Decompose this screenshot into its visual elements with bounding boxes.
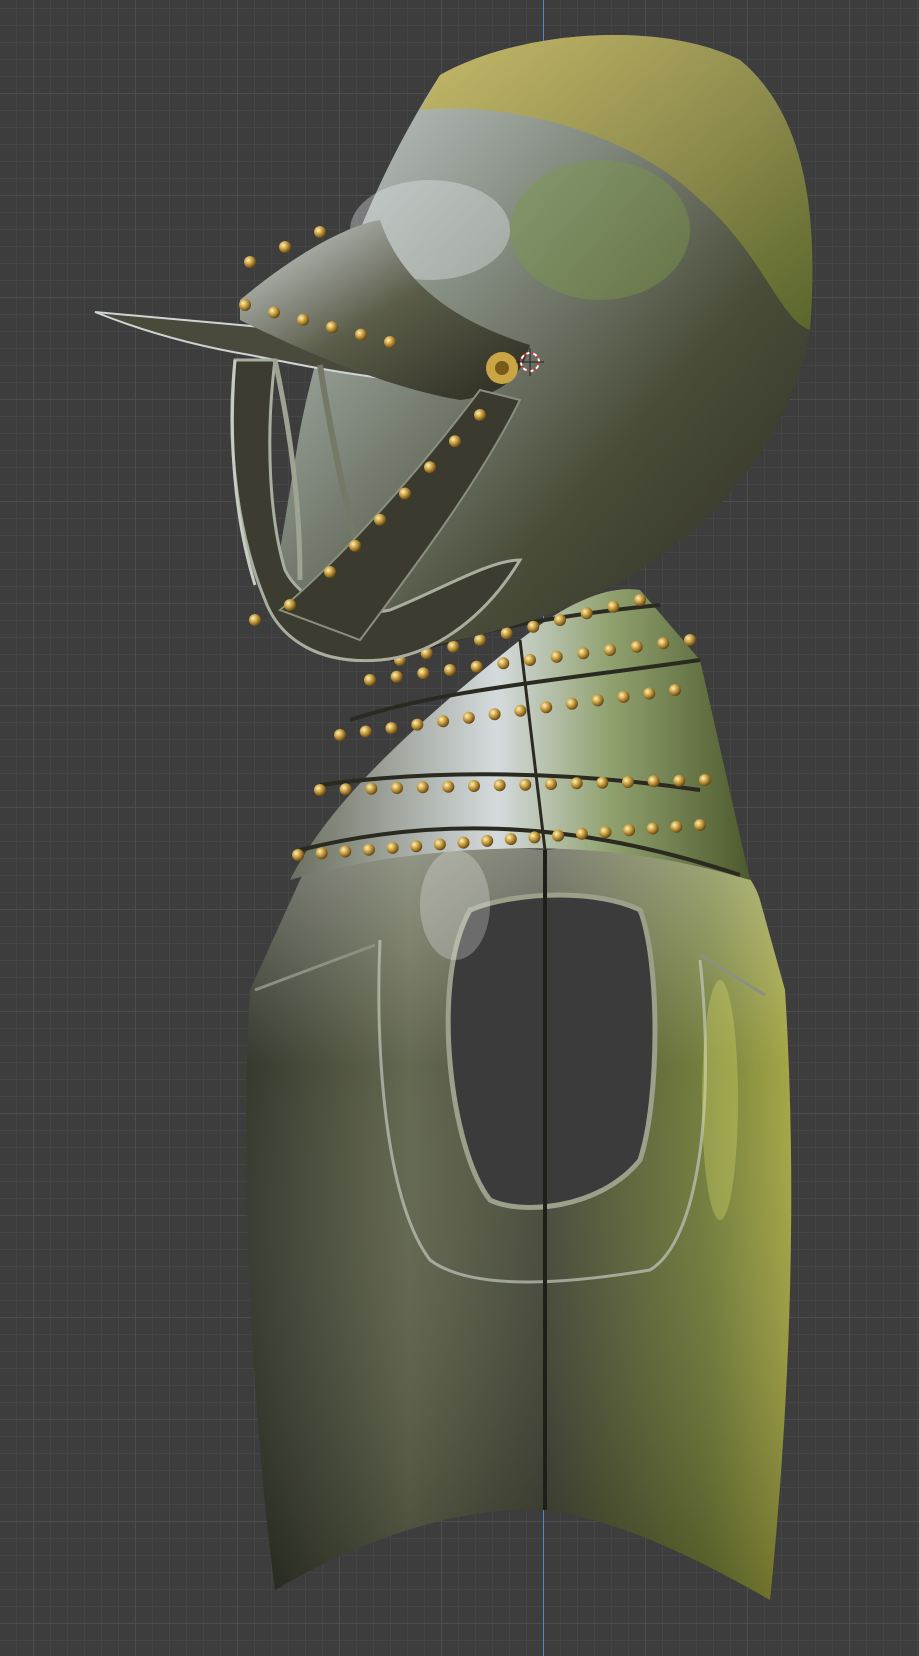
rivet [315, 847, 328, 860]
rivet [684, 634, 696, 646]
rivet [417, 667, 430, 680]
rivet [416, 781, 429, 794]
rivet [355, 328, 367, 341]
rivet [324, 566, 336, 578]
rivet [297, 313, 309, 326]
rivet [488, 708, 501, 721]
rivet [580, 607, 593, 620]
rivet [524, 654, 536, 666]
rivet [497, 657, 510, 670]
rivet [470, 660, 483, 673]
rivet [647, 775, 660, 788]
rivet [314, 226, 326, 238]
rivet [474, 409, 486, 421]
rivet [554, 614, 566, 626]
rivet [540, 701, 553, 714]
rivet [279, 241, 291, 253]
rivet [359, 725, 372, 738]
rivet [694, 819, 706, 831]
rivet [657, 637, 670, 650]
3d-viewport[interactable] [0, 0, 919, 1656]
rivet [433, 838, 446, 851]
rivet [447, 640, 460, 653]
helmet[interactable] [94, 34, 813, 663]
rivet [604, 644, 616, 656]
rivet [284, 599, 296, 611]
rivet [622, 776, 634, 788]
rivet [292, 849, 304, 861]
rivet [244, 256, 256, 268]
rivet [468, 780, 480, 792]
rivet [643, 687, 656, 700]
rivet [630, 640, 643, 653]
rivet [386, 841, 399, 854]
rivet [623, 824, 636, 837]
rivet [411, 718, 424, 731]
rivet [449, 435, 461, 448]
rivet [326, 321, 338, 334]
rivet [437, 715, 450, 728]
rivet [500, 627, 513, 640]
rivet [390, 670, 403, 683]
rivet [570, 777, 583, 790]
rivet [339, 783, 352, 796]
rivet [462, 711, 475, 724]
rivet [442, 780, 455, 793]
rivet [514, 704, 527, 717]
rivet [399, 487, 411, 500]
rivet [565, 697, 578, 710]
rivet [444, 664, 456, 676]
rivet [385, 722, 398, 735]
rivet [268, 306, 280, 319]
rivet [334, 729, 346, 741]
rivet [314, 784, 326, 796]
rivet [339, 845, 352, 858]
rivet [457, 836, 470, 849]
armor-model[interactable] [0, 0, 919, 1656]
rivet [528, 831, 541, 844]
rivet [669, 684, 681, 696]
rivet [362, 843, 375, 856]
rivet [365, 782, 378, 795]
rivet [364, 674, 376, 686]
rivet [527, 620, 540, 633]
rivet [599, 826, 612, 839]
rivet [634, 594, 646, 606]
rivet [575, 827, 588, 840]
rivet [550, 650, 563, 663]
rivet [239, 299, 251, 311]
rivet [410, 840, 423, 853]
rivet [646, 822, 659, 835]
rivet [504, 833, 517, 846]
rivet [577, 647, 590, 660]
rivet [673, 774, 686, 787]
rivet [552, 829, 565, 842]
rivet [374, 513, 386, 526]
breastplate[interactable] [246, 838, 792, 1600]
visor-pivot[interactable] [486, 352, 518, 384]
rivet [249, 614, 261, 626]
rivet [670, 820, 683, 833]
rivet [519, 778, 532, 791]
rivet [617, 690, 630, 703]
rivet [481, 834, 494, 847]
rivet [349, 539, 361, 552]
rivet [384, 336, 396, 348]
rivet [591, 694, 604, 707]
rivet [391, 782, 403, 794]
rivet [424, 461, 436, 474]
rivet [545, 778, 557, 790]
rivet [596, 776, 609, 789]
rivet [607, 600, 620, 613]
rivet [699, 774, 711, 786]
rivet [493, 779, 506, 792]
